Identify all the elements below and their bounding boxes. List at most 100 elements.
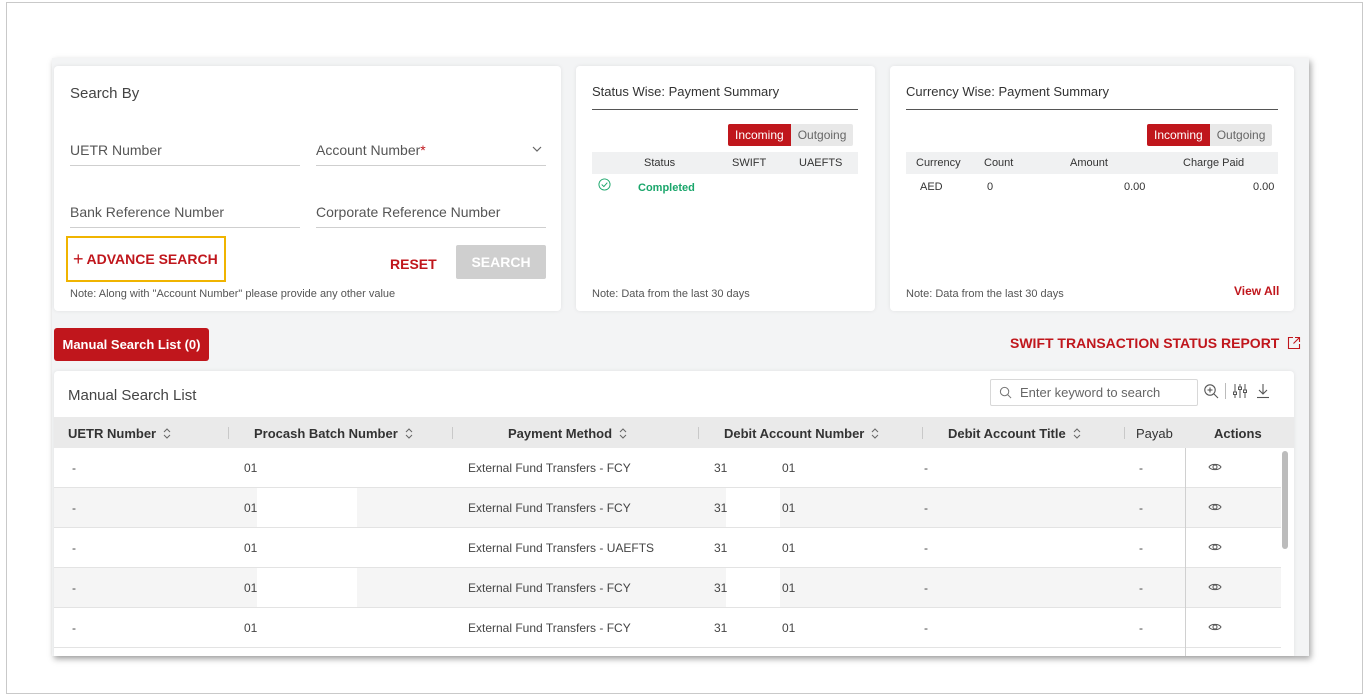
th-debit-account-title[interactable]: Debit Account Title: [948, 426, 1081, 441]
cell-uetr-number: -: [72, 621, 76, 635]
cell-uetr-number: -: [72, 581, 76, 595]
manual-search-list-card: Manual Search List Enter keyword to sear…: [54, 371, 1294, 656]
cell-uetr-number: -: [72, 541, 76, 555]
search-placeholder: Enter keyword to search: [1020, 385, 1161, 400]
table-search-input[interactable]: Enter keyword to search: [990, 379, 1198, 406]
th-uetr-number[interactable]: UETR Number: [68, 426, 171, 441]
cell-payable: -: [1139, 461, 1143, 475]
th-debit-account-number[interactable]: Debit Account Number: [724, 426, 879, 441]
status-note: Note: Data from the last 30 days: [592, 288, 750, 300]
cell-procash-batch-number: 01: [244, 501, 258, 515]
status-summary-title: Status Wise: Payment Summary: [592, 84, 780, 99]
table-scrollbar[interactable]: [1282, 451, 1288, 549]
table-toolbar: [1203, 383, 1270, 399]
cell-debit-account-title: -: [924, 461, 928, 475]
search-button[interactable]: SEARCH: [456, 245, 546, 279]
th-procash-batch-number[interactable]: Procash Batch Number: [254, 426, 413, 441]
sort-icon[interactable]: [871, 428, 879, 439]
cell-count: 0: [987, 181, 994, 193]
eye-icon[interactable]: [1208, 460, 1222, 474]
cell-uetr-number: -: [72, 501, 76, 515]
cell-debit-account-number-prefix: 31: [714, 501, 728, 515]
col-status: Status: [644, 157, 676, 169]
currency-row: AED 0 0.00 0.00: [906, 176, 1278, 198]
sort-icon[interactable]: [405, 428, 413, 439]
th-payment-method[interactable]: Payment Method: [508, 426, 627, 441]
reset-button[interactable]: RESET: [390, 256, 437, 272]
sort-icon[interactable]: [1073, 428, 1081, 439]
th-actions: Actions: [1214, 426, 1262, 441]
status-row: Completed: [592, 176, 858, 198]
cell-debit-account-number-suffix: 01: [782, 621, 796, 635]
corporate-reference-field[interactable]: Corporate Reference Number: [316, 194, 546, 228]
table-row[interactable]: - 01 External Fund Transfers - FCY 31 01 - -: [54, 568, 1281, 608]
eye-icon[interactable]: [1208, 500, 1222, 514]
redacted-area: [726, 488, 780, 527]
table-row[interactable]: - 01 External Fund Transfers - UAEFTS 31 01 -…: [54, 528, 1281, 568]
cell-payment-method: External Fund Transfers - FCY: [468, 621, 631, 635]
sort-icon[interactable]: [619, 428, 627, 439]
col-uaefts: UAEFTS: [799, 157, 843, 169]
bank-reference-field[interactable]: Bank Reference Number: [70, 194, 300, 228]
column-separator: [452, 427, 453, 439]
plus-icon: +: [73, 248, 84, 269]
cell-charge-paid: 0.00: [1253, 181, 1275, 193]
redacted-area: [257, 488, 357, 527]
cell-payment-method: External Fund Transfers - UAEFTS: [468, 541, 655, 555]
status-summary-card: Status Wise: Payment Summary Incoming Ou…: [576, 66, 875, 311]
cell-debit-account-title: -: [924, 501, 928, 515]
account-label: Account Number*: [316, 142, 426, 158]
eye-icon[interactable]: [1208, 540, 1222, 554]
incoming-toggle[interactable]: Incoming: [728, 124, 791, 146]
toolbar-separator: [1225, 383, 1226, 399]
eye-icon[interactable]: [1208, 620, 1222, 634]
eye-icon[interactable]: [1208, 580, 1222, 594]
account-number-select[interactable]: Account Number*: [316, 132, 546, 166]
cell-payable: -: [1139, 621, 1143, 635]
search-note: Note: Along with "Account Number" please…: [70, 288, 396, 300]
incoming-toggle[interactable]: Incoming: [1147, 124, 1210, 146]
table-row[interactable]: - 01 External Fund Transfers - FCY 31 01 - -: [54, 448, 1281, 488]
chevron-down-icon: [532, 146, 542, 152]
external-link-icon: [1288, 336, 1301, 350]
currency-summary-title: Currency Wise: Payment Summary: [906, 84, 1109, 99]
col-swift: SWIFT: [732, 157, 767, 169]
divider: [906, 109, 1278, 110]
cell-debit-account-number-suffix: 01: [782, 541, 796, 555]
th-payable[interactable]: Payab: [1136, 426, 1173, 441]
cell-procash-batch-number: 01: [244, 581, 258, 595]
advance-search-button[interactable]: + ADVANCE SEARCH: [66, 236, 226, 282]
report-link-label: SWIFT TRANSACTION STATUS REPORT: [1010, 335, 1280, 351]
cell-debit-account-title: -: [924, 581, 928, 595]
col-currency: Currency: [916, 157, 961, 169]
column-separator: [922, 427, 923, 439]
cell-payment-method: External Fund Transfers - FCY: [468, 461, 631, 475]
column-separator: [228, 427, 229, 439]
cell-debit-account-number-prefix: 31: [714, 461, 728, 475]
outgoing-toggle[interactable]: Outgoing: [1209, 124, 1273, 146]
download-icon[interactable]: [1256, 383, 1270, 399]
currency-summary-card: Currency Wise: Payment Summary Incoming …: [890, 66, 1294, 311]
table-row[interactable]: - 01 External Fund Transfers - FCY 31 01 - -: [54, 488, 1281, 528]
col-charge-paid: Charge Paid: [1183, 157, 1245, 169]
table-row[interactable]: - 01 External Fund Transfers - FCY 31 01 - -: [54, 608, 1281, 648]
view-all-link[interactable]: View All: [1234, 284, 1279, 298]
manual-search-list-tab[interactable]: Manual Search List (0): [54, 328, 209, 361]
status-table-header: Status SWIFT UAEFTS: [592, 152, 858, 174]
uetr-field[interactable]: UETR Number: [70, 132, 300, 166]
search-title: Search By: [70, 85, 140, 102]
advance-search-label: ADVANCE SEARCH: [86, 251, 218, 267]
sort-icon[interactable]: [163, 428, 171, 439]
swift-status-report-link[interactable]: SWIFT TRANSACTION STATUS REPORT: [1010, 335, 1301, 351]
cell-currency: AED: [920, 181, 943, 193]
outgoing-toggle[interactable]: Outgoing: [790, 124, 854, 146]
status-direction-toggle[interactable]: Incoming Outgoing: [728, 124, 854, 146]
cell-payable: -: [1139, 581, 1143, 595]
zoom-in-icon[interactable]: [1203, 383, 1219, 399]
cell-debit-account-number-suffix: 01: [782, 581, 796, 595]
search-card: Search By UETR Number Account Number* Ba…: [54, 66, 561, 311]
currency-direction-toggle[interactable]: Incoming Outgoing: [1147, 124, 1273, 146]
cell-debit-account-title: -: [924, 621, 928, 635]
column-settings-icon[interactable]: [1232, 383, 1248, 399]
cell-payable: -: [1139, 541, 1143, 555]
